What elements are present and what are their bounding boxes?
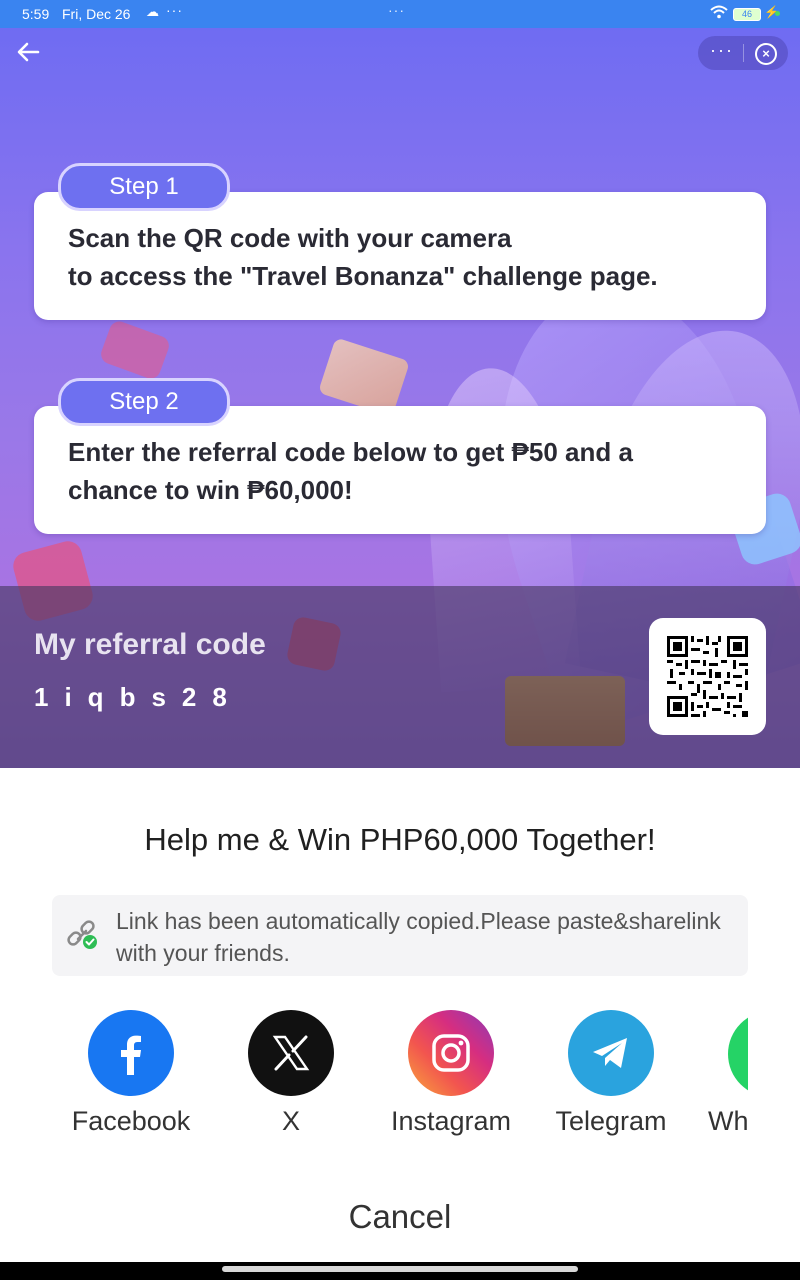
- more-notifications-icon: ···: [166, 2, 183, 18]
- share-whatsapp[interactable]: Wh: [700, 1010, 748, 1150]
- status-dot-icon: [775, 11, 780, 16]
- share-telegram[interactable]: Telegram: [551, 1010, 671, 1137]
- share-instagram-label: Instagram: [391, 1106, 512, 1136]
- link-copied-text: Link has been automatically copied.Pleas…: [116, 905, 736, 969]
- home-gesture-handle[interactable]: [222, 1266, 578, 1272]
- shopping-bag-decoration: [317, 337, 411, 417]
- battery-icon: 46: [733, 8, 761, 21]
- share-facebook-label: Facebook: [71, 1106, 191, 1136]
- share-facebook[interactable]: Facebook: [71, 1010, 191, 1137]
- share-telegram-label: Telegram: [555, 1106, 667, 1136]
- capsule-divider: [743, 44, 744, 62]
- close-icon[interactable]: ×: [755, 43, 777, 65]
- step-2-text: Enter the referral code below to get ₱50…: [68, 433, 736, 509]
- back-arrow-icon[interactable]: [14, 38, 44, 68]
- referral-code[interactable]: 1iqbs28: [34, 682, 243, 713]
- whatsapp-icon: [728, 1011, 748, 1097]
- facebook-icon: [88, 1010, 174, 1096]
- link-copied-icon: [66, 919, 100, 953]
- status-date: Fri, Dec 26: [62, 6, 131, 22]
- navigation-bar: [0, 1262, 800, 1280]
- link-copied-line-2: with your friends.: [116, 940, 290, 966]
- share-whatsapp-label: Wh: [708, 1106, 748, 1136]
- x-icon: [248, 1010, 334, 1096]
- referral-title: My referral code: [34, 628, 266, 661]
- step-2-pill: Step 2: [58, 378, 230, 426]
- status-center-dots-icon: ···: [388, 2, 405, 18]
- mini-app-capsule: ··· ×: [698, 36, 788, 70]
- step-1-line-2: to access the "Travel Bonanza" challenge…: [68, 261, 658, 291]
- step-1-text: Scan the QR code with your camera to acc…: [68, 219, 736, 295]
- cloud-icon: ☁: [146, 4, 159, 19]
- gift-cube-decoration: [98, 318, 172, 382]
- link-copied-line-1: Link has been automatically copied.Pleas…: [116, 908, 721, 934]
- step-1-line-1: Scan the QR code with your camera: [68, 223, 512, 253]
- link-copied-notice: Link has been automatically copied.Pleas…: [52, 895, 748, 976]
- wifi-icon: [710, 5, 728, 22]
- step-1-pill: Step 1: [58, 163, 230, 211]
- telegram-icon: [568, 1010, 654, 1096]
- share-x-label: X: [281, 1106, 300, 1136]
- step-2-line-1: Enter the referral code below to get ₱50…: [68, 437, 633, 467]
- step-1-card: Scan the QR code with your camera to acc…: [34, 192, 766, 320]
- step-2-line-2: chance to win ₱60,000!: [68, 475, 353, 505]
- qr-code-icon: [667, 636, 748, 717]
- share-instagram[interactable]: Instagram: [391, 1010, 511, 1137]
- status-bar: 5:59 Fri, Dec 26 ☁ ··· ··· 46 ⚡: [0, 0, 800, 28]
- qr-code: [649, 618, 766, 735]
- instagram-icon: [408, 1010, 494, 1096]
- share-x[interactable]: X: [231, 1010, 351, 1137]
- more-options-icon[interactable]: ···: [710, 40, 734, 61]
- share-sheet-title: Help me & Win PHP60,000 Together!: [144, 822, 656, 857]
- status-time: 5:59: [22, 6, 50, 22]
- cancel-button[interactable]: Cancel: [0, 1198, 800, 1236]
